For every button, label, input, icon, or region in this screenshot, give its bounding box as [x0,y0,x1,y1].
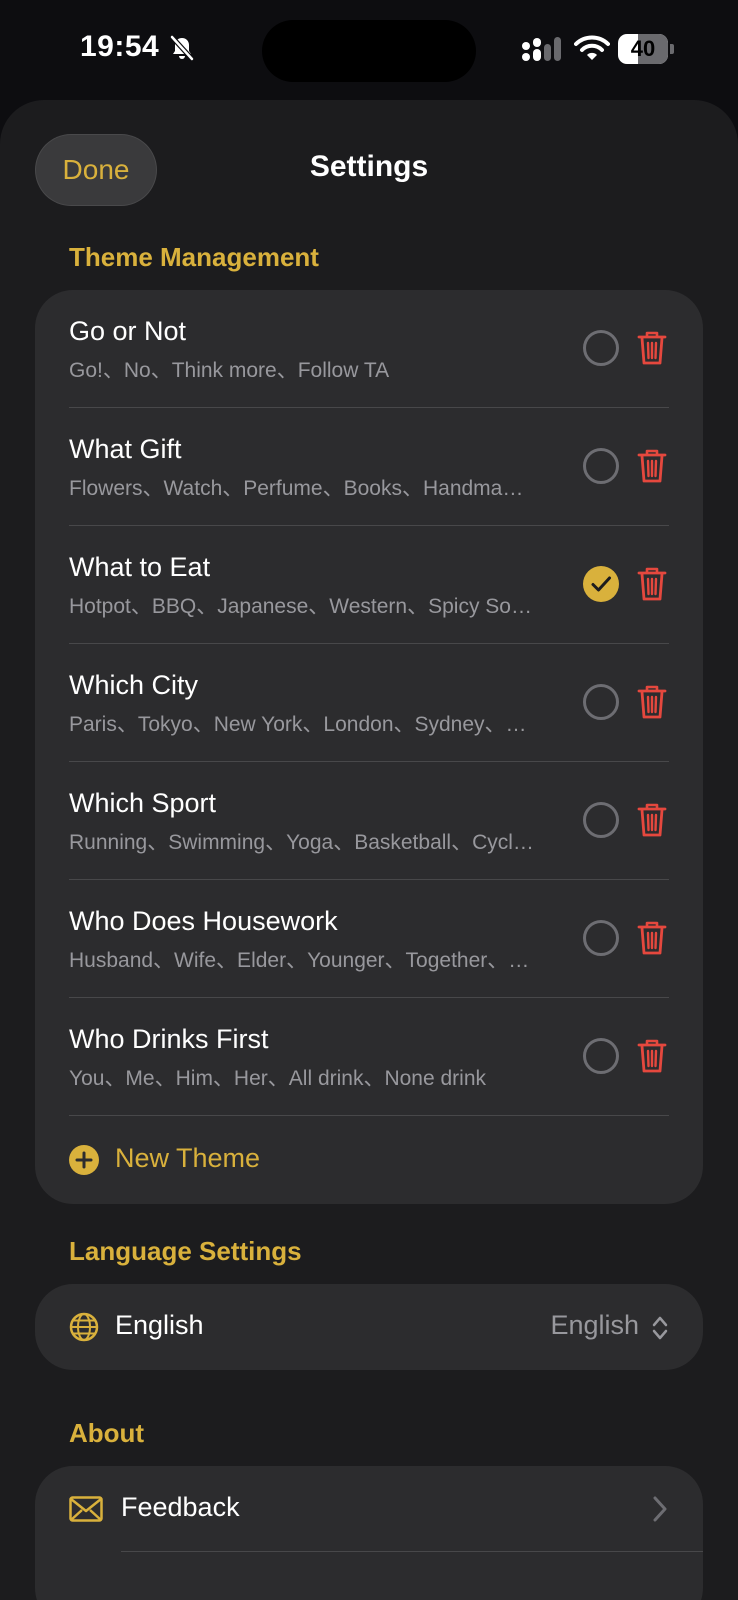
feedback-label: Feedback [121,1492,240,1522]
theme-radio-selected[interactable] [583,566,619,602]
battery-level: 40 [630,36,656,61]
theme-name: Who Does Housework [69,906,338,936]
language-card: English English [35,1284,703,1370]
about-header: About [69,1418,145,1448]
divider [121,1551,703,1552]
theme-radio[interactable] [583,448,619,484]
plus-circle-icon [69,1145,99,1175]
status-time: 19:54 [80,30,160,63]
theme-name: Who Drinks First [69,1024,269,1054]
theme-options: Go!、No、Think more、Follow TA [69,359,390,382]
new-theme-label: New Theme [115,1143,261,1173]
language-label: English [115,1310,204,1340]
theme-row[interactable]: Which Sport Running、Swimming、Yoga、Basketb… [35,762,703,880]
theme-row[interactable]: What Gift Flowers、Watch、Perfume、Books、Han… [35,408,703,526]
settings-sheet: Done Settings Theme Management Go or Not… [0,100,738,1600]
theme-row[interactable]: Who Drinks First You、Me、Him、Her、All drink… [35,998,703,1116]
battery-icon: 40 [618,34,674,64]
trash-icon[interactable] [637,330,667,366]
globe-icon [69,1312,99,1342]
theme-name: Which City [69,670,199,700]
checkmark-icon [591,576,611,592]
trash-icon[interactable] [637,920,667,956]
theme-radio[interactable] [583,920,619,956]
trash-icon[interactable] [637,1038,667,1074]
language-picker-row[interactable]: English English [35,1284,703,1370]
feedback-row[interactable]: Feedback [35,1466,703,1552]
theme-row[interactable]: Which City Paris、Tokyo、New York、London、Sy… [35,644,703,762]
trash-icon[interactable] [637,566,667,602]
dynamic-island [262,20,476,82]
bell-slash-icon [170,35,194,61]
new-theme-button[interactable]: New Theme [35,1116,703,1204]
settings-screen: 19:54 40 Done Settings Theme Management … [0,0,738,1600]
theme-radio[interactable] [583,1038,619,1074]
theme-options: Hotpot、BBQ、Japanese、Western、Spicy So… [69,595,532,618]
theme-list-card: Go or Not Go!、No、Think more、Follow TA What… [35,290,703,1204]
status-bar: 19:54 40 [0,0,738,100]
trash-icon[interactable] [637,684,667,720]
theme-name: Go or Not [69,316,187,346]
theme-options: Paris、Tokyo、New York、London、Sydney、… [69,713,527,736]
theme-row[interactable]: Go or Not Go!、No、Think more、Follow TA [35,290,703,408]
envelope-icon [69,1496,103,1522]
theme-name: Which Sport [69,788,217,818]
theme-row[interactable]: Who Does Housework Husband、Wife、Elder、You… [35,880,703,998]
theme-name: What to Eat [69,552,211,582]
cellular-signal-icon [522,37,561,61]
theme-row[interactable]: What to Eat Hotpot、BBQ、Japanese、Western、S… [35,526,703,644]
page-title: Settings [309,150,429,183]
trash-icon[interactable] [637,802,667,838]
theme-options: You、Me、Him、Her、All drink、None drink [69,1067,487,1090]
chevron-right-icon [653,1496,667,1522]
language-settings-header: Language Settings [69,1236,302,1266]
wifi-icon [574,35,610,60]
trash-icon[interactable] [637,448,667,484]
theme-radio[interactable] [583,330,619,366]
about-card: Feedback [35,1466,703,1600]
chevron-up-down-icon [652,1316,668,1340]
theme-options: Husband、Wife、Elder、Younger、Together、… [69,949,530,972]
theme-radio[interactable] [583,802,619,838]
theme-radio[interactable] [583,684,619,720]
theme-name: What Gift [69,434,182,464]
theme-options: Flowers、Watch、Perfume、Books、Handma… [69,477,524,500]
theme-options: Running、Swimming、Yoga、Basketball、Cycl… [69,831,534,854]
theme-management-header: Theme Management [69,242,319,272]
